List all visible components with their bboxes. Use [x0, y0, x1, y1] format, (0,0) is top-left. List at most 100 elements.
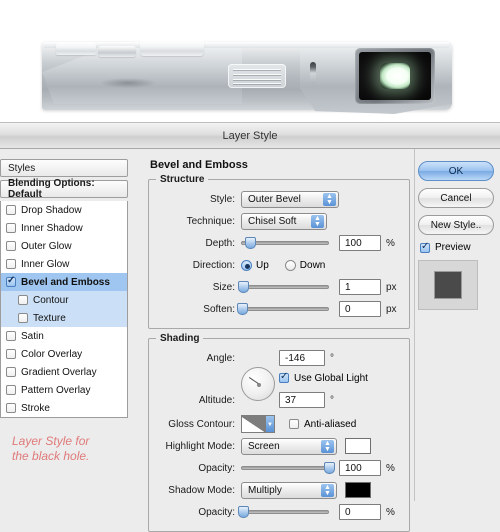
soften-input[interactable]: 0 — [339, 301, 381, 317]
blending-options-row[interactable]: Blending Options: Default — [0, 178, 128, 200]
depth-slider[interactable] — [241, 236, 329, 250]
style-row-stroke[interactable]: Stroke — [1, 399, 127, 417]
style-select[interactable]: Outer Bevel ▲ ▼ — [241, 190, 339, 208]
highlight-color-swatch[interactable] — [345, 438, 371, 454]
size-slider-thumb[interactable] — [237, 281, 249, 293]
style-row-label: Contour — [33, 294, 69, 306]
altitude-input[interactable]: 37 — [279, 392, 325, 408]
soften-slider[interactable] — [236, 302, 329, 316]
style-row: Style: Outer Bevel ▲ ▼ — [157, 189, 401, 209]
style-row-contour[interactable]: Contour — [1, 291, 127, 309]
highlight-mode-row: Highlight Mode: Screen ▲ ▼ — [157, 436, 401, 456]
ok-button[interactable]: OK — [418, 161, 494, 181]
style-checkbox[interactable] — [18, 295, 28, 305]
style-checkbox[interactable] — [6, 205, 16, 215]
camera-dial-left — [56, 42, 96, 55]
annotation-line-1: Layer Style for — [12, 434, 90, 448]
style-checkbox[interactable] — [6, 259, 16, 269]
shadow-opacity-label: Opacity: — [198, 506, 235, 518]
viewfinder-glow — [380, 63, 410, 89]
style-checkbox[interactable] — [6, 331, 16, 341]
style-row-texture[interactable]: Texture — [1, 309, 127, 327]
highlight-opacity-unit: % — [386, 462, 395, 474]
style-row-label: Texture — [33, 312, 66, 324]
style-checkbox[interactable] — [6, 367, 16, 377]
anti-aliased-checkbox[interactable] — [289, 419, 299, 429]
style-checkbox[interactable] — [6, 275, 16, 287]
new-style-button[interactable]: New Style.. — [418, 215, 494, 235]
camera-dial-right — [140, 40, 204, 56]
chevron-updown-icon: ▲ ▼ — [321, 439, 334, 453]
use-global-light-checkbox[interactable] — [279, 371, 289, 383]
shadow-opacity-input[interactable]: 0 — [339, 504, 381, 520]
shadow-opacity-slider[interactable] — [237, 505, 329, 519]
style-row-drop-shadow[interactable]: Drop Shadow — [1, 201, 127, 219]
gloss-contour-preview[interactable]: ▼ — [241, 415, 275, 433]
shadow-mode-row: Shadow Mode: Multiply ▲ ▼ — [157, 480, 401, 500]
technique-label: Technique: — [186, 215, 235, 227]
style-row-inner-glow[interactable]: Inner Glow — [1, 255, 127, 273]
size-unit: px — [386, 281, 397, 293]
depth-label: Depth: — [205, 237, 235, 249]
preview-toggle[interactable]: Preview — [420, 241, 500, 253]
style-checkbox[interactable] — [18, 313, 28, 323]
shadow-mode-select[interactable]: Multiply ▲ ▼ — [241, 481, 337, 499]
shadow-mode-value: Multiply — [248, 484, 282, 496]
angle-dial[interactable] — [241, 367, 275, 401]
shadow-opacity-value: 0 — [345, 506, 351, 518]
direction-down-radio[interactable] — [284, 259, 296, 271]
highlight-opacity-slider[interactable] — [241, 461, 335, 475]
size-row: Size: 1 px — [157, 277, 401, 297]
direction-up-radio[interactable] — [241, 259, 252, 271]
direction-up-label: Up — [256, 259, 269, 271]
dialog-title: Layer Style — [222, 129, 278, 142]
technique-select[interactable]: Chisel Soft ▲ ▼ — [241, 212, 327, 230]
size-slider[interactable] — [237, 280, 329, 294]
black-hole-viewfinder — [359, 52, 431, 100]
chevron-down-icon: ▼ — [266, 416, 274, 432]
highlight-opacity-input[interactable]: 100 — [339, 460, 381, 476]
depth-input-value: 100 — [345, 237, 362, 249]
style-checkbox[interactable] — [6, 385, 16, 395]
section-title: Bevel and Emboss — [150, 159, 248, 171]
angle-input[interactable]: -146 — [279, 350, 325, 366]
style-row-pattern-overlay[interactable]: Pattern Overlay — [1, 381, 127, 399]
blending-options-label: Blending Options: Default — [8, 178, 95, 200]
style-row-inner-shadow[interactable]: Inner Shadow — [1, 219, 127, 237]
styles-header[interactable]: Styles — [0, 159, 128, 177]
cancel-button[interactable]: Cancel — [418, 188, 494, 208]
highlight-mode-select[interactable]: Screen ▲ ▼ — [241, 437, 337, 455]
style-row-label: Inner Shadow — [21, 222, 83, 234]
style-checkbox[interactable] — [6, 241, 16, 251]
soften-slider-thumb[interactable] — [236, 303, 248, 315]
preview-thumbnail — [418, 260, 478, 310]
style-checkbox[interactable] — [6, 403, 16, 413]
dialog-titlebar[interactable]: Layer Style — [0, 123, 500, 149]
angle-unit: ° — [330, 352, 334, 364]
annotation-line-2: the black hole. — [12, 449, 90, 463]
style-row-label: Satin — [21, 330, 44, 342]
style-label: Style: — [209, 193, 235, 205]
shadow-opacity-row: Opacity: 0 % — [157, 502, 401, 522]
size-input[interactable]: 1 — [339, 279, 381, 295]
depth-slider-thumb[interactable] — [244, 237, 256, 249]
size-input-value: 1 — [345, 281, 351, 293]
style-checkbox[interactable] — [6, 349, 16, 359]
highlight-opacity-label: Opacity: — [198, 462, 235, 474]
highlight-opacity-thumb[interactable] — [324, 462, 335, 474]
style-row-outer-glow[interactable]: Outer Glow — [1, 237, 127, 255]
annotation-note: Layer Style for the black hole. — [0, 434, 132, 464]
shadow-mode-label: Shadow Mode: — [168, 484, 235, 496]
shadow-color-swatch[interactable] — [345, 482, 371, 498]
style-row-color-overlay[interactable]: Color Overlay — [1, 345, 127, 363]
style-row-bevel-and-emboss[interactable]: Bevel and Emboss — [1, 273, 127, 291]
depth-input[interactable]: 100 — [339, 235, 381, 251]
style-checkbox[interactable] — [6, 223, 16, 233]
altitude-input-value: 37 — [285, 394, 297, 406]
preview-checkbox[interactable] — [420, 241, 430, 253]
shadow-opacity-thumb[interactable] — [237, 506, 249, 518]
style-row-gradient-overlay[interactable]: Gradient Overlay — [1, 363, 127, 381]
style-row-satin[interactable]: Satin — [1, 327, 127, 345]
gloss-contour-label: Gloss Contour: — [168, 418, 235, 430]
camera-shutter-button — [98, 46, 136, 57]
